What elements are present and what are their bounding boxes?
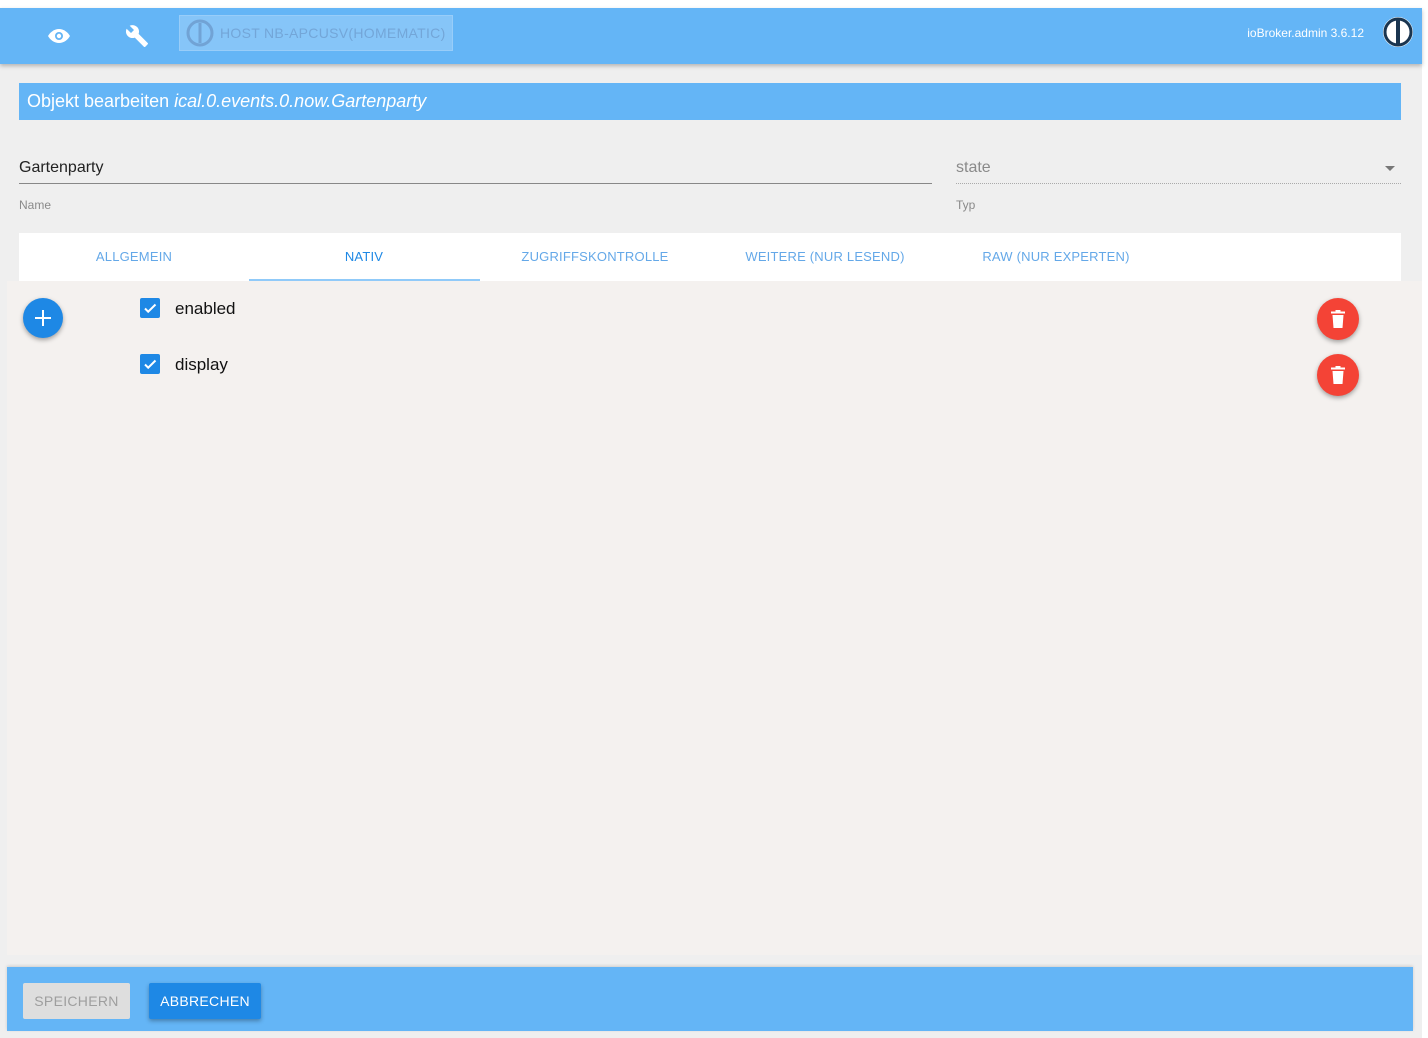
- delete-enabled-button[interactable]: [1317, 298, 1359, 340]
- tab-raw[interactable]: RAW (NUR EXPERTEN): [941, 233, 1171, 281]
- chevron-down-icon: [1385, 166, 1395, 171]
- name-input[interactable]: Gartenparty: [19, 153, 932, 184]
- tab-allgemein[interactable]: ALLGEMEIN: [19, 233, 249, 281]
- save-button[interactable]: SPEICHERN: [23, 983, 130, 1019]
- enabled-checkbox[interactable]: [140, 298, 160, 318]
- tab-bar: ALLGEMEIN NATIV ZUGRIFFSKONTROLLE WEITER…: [19, 233, 1401, 281]
- dialog-title: Objekt bearbeiten ical.0.events.0.now.Ga…: [19, 83, 1401, 120]
- plus-icon: [35, 310, 51, 326]
- type-select[interactable]: state: [956, 153, 1401, 184]
- add-attribute-button[interactable]: [23, 298, 63, 338]
- host-logo-icon: [186, 19, 214, 47]
- app-window: HOST NB-APCUSV(HOMEMATIC) ioBroker.admin…: [0, 8, 1422, 1038]
- check-icon: [144, 303, 157, 314]
- host-selector[interactable]: HOST NB-APCUSV(HOMEMATIC): [179, 15, 453, 51]
- top-app-bar: HOST NB-APCUSV(HOMEMATIC) ioBroker.admin…: [0, 8, 1422, 64]
- type-label: Typ: [956, 198, 976, 212]
- tab-zugriffskontrolle[interactable]: ZUGRIFFSKONTROLLE: [480, 233, 710, 281]
- type-field[interactable]: state Typ: [956, 153, 1401, 212]
- eye-icon[interactable]: [41, 18, 77, 54]
- dialog-actions: SPEICHERN ABBRECHEN: [7, 967, 1413, 1031]
- delete-display-button[interactable]: [1317, 354, 1359, 396]
- enabled-label: enabled: [175, 299, 236, 318]
- trash-icon: [1331, 310, 1345, 328]
- tab-weitere[interactable]: WEITERE (NUR LESEND): [710, 233, 940, 281]
- iobroker-logo: [1382, 16, 1414, 53]
- display-checkbox[interactable]: [140, 354, 160, 374]
- version-label: ioBroker.admin 3.6.12: [1247, 26, 1364, 40]
- dialog-title-prefix: Objekt bearbeiten: [27, 91, 170, 111]
- tab-nativ[interactable]: NATIV: [249, 233, 479, 281]
- wrench-icon[interactable]: [119, 18, 155, 54]
- name-label: Name: [19, 198, 52, 212]
- host-label: HOST NB-APCUSV(HOMEMATIC): [220, 25, 446, 41]
- display-label: display: [175, 355, 228, 374]
- native-panel: enabled display: [7, 281, 1422, 955]
- type-value: state: [956, 159, 991, 176]
- cancel-button[interactable]: ABBRECHEN: [149, 983, 261, 1019]
- name-field[interactable]: Gartenparty Name: [19, 153, 932, 212]
- trash-icon: [1331, 366, 1345, 384]
- check-icon: [144, 359, 157, 370]
- object-id: ical.0.events.0.now.Gartenparty: [174, 91, 427, 111]
